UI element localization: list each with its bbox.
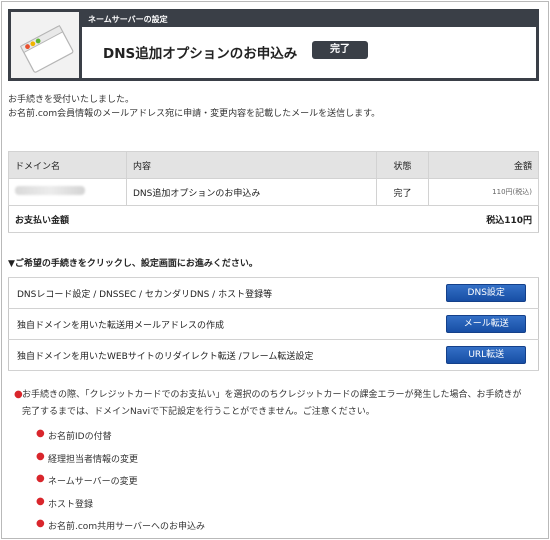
content-cell: DNS追加オプションのお申込み <box>126 178 377 206</box>
list-item: お名前.com共用サーバーへのお申込み <box>48 522 205 532</box>
order-table: ドメイン名 内容 状態 金額 DNS追加オプションのお申込み 完了 110円(税… <box>8 151 539 233</box>
page-title: DNS追加オプションのお申込み <box>103 46 298 62</box>
url-forward-button[interactable]: URL転送 <box>446 346 527 364</box>
col-header-amount: 金額 <box>428 151 539 179</box>
message-line-1: お手続きを受付いたしました。 <box>8 95 135 105</box>
list-item: お名前IDの付替 <box>48 432 112 442</box>
status-cell: 完了 <box>376 178 429 206</box>
col-header-content: 内容 <box>126 151 377 179</box>
action-label-mail: 独自ドメインを用いた転送用メールアドレスの作成 <box>8 308 435 340</box>
domain-cell <box>8 178 127 206</box>
total-value: 税込110円 <box>428 205 539 233</box>
page-header: ネームサーバーの設定 DNS追加オプションのお申込み 完了 <box>8 9 539 81</box>
mail-forward-button[interactable]: メール転送 <box>446 315 527 333</box>
total-label: お支払い金額 <box>8 205 429 233</box>
action-label-url: 独自ドメインを用いたWEBサイトのリダイレクト転送 /フレーム転送設定 <box>8 339 435 371</box>
total-row: お支払い金額 税込110円 <box>8 205 539 233</box>
bullet-icon: ● <box>36 451 45 462</box>
list-item: ネームサーバーの変更 <box>48 477 138 487</box>
table-row: DNS追加オプションのお申込み 完了 110円(税込) <box>8 178 539 206</box>
bullet-icon: ● <box>36 428 45 439</box>
action-label-dns: DNSレコード設定 / DNSSEC / セカンダリDNS / ホスト登録等 <box>8 277 435 309</box>
redacted-domain <box>15 186 85 195</box>
action-table: DNSレコード設定 / DNSSEC / セカンダリDNS / ホスト登録等 D… <box>8 277 539 371</box>
action-row: 独自ドメインを用いた転送用メールアドレスの作成 メール転送 <box>8 308 539 340</box>
col-header-status: 状態 <box>376 151 429 179</box>
message-line-2: お名前.com会員情報のメールアドレス宛に申請・変更内容を記載したメールを送信し… <box>8 109 381 119</box>
bullet-icon: ● <box>36 518 45 529</box>
header-bar-label: ネームサーバーの設定 <box>82 12 536 27</box>
action-row: 独自ドメインを用いたWEBサイトのリダイレクト転送 /フレーム転送設定 URL転… <box>8 339 539 371</box>
caution-note: お手続きの際、「クレジットカードでのお支払い」を選択ののちクレジットカードの課金… <box>22 390 522 417</box>
table-header-row: ドメイン名 内容 状態 金額 <box>8 151 539 179</box>
bullet-icon: ● <box>36 496 45 507</box>
bullet-icon: ● <box>36 473 45 484</box>
section-title: ▼ご希望の手続きをクリックし、設定画面にお進みください。 <box>8 259 258 269</box>
col-header-domain: ドメイン名 <box>8 151 127 179</box>
action-row: DNSレコード設定 / DNSSEC / セカンダリDNS / ホスト登録等 D… <box>8 277 539 309</box>
amount-cell: 110円(税込) <box>428 178 539 206</box>
list-item: 経理担当者情報の変更 <box>48 455 139 465</box>
status-badge: 完了 <box>312 41 368 59</box>
app-window-icon <box>11 12 82 78</box>
list-item: ホスト登録 <box>48 500 94 510</box>
dns-settings-button[interactable]: DNS設定 <box>446 284 527 302</box>
